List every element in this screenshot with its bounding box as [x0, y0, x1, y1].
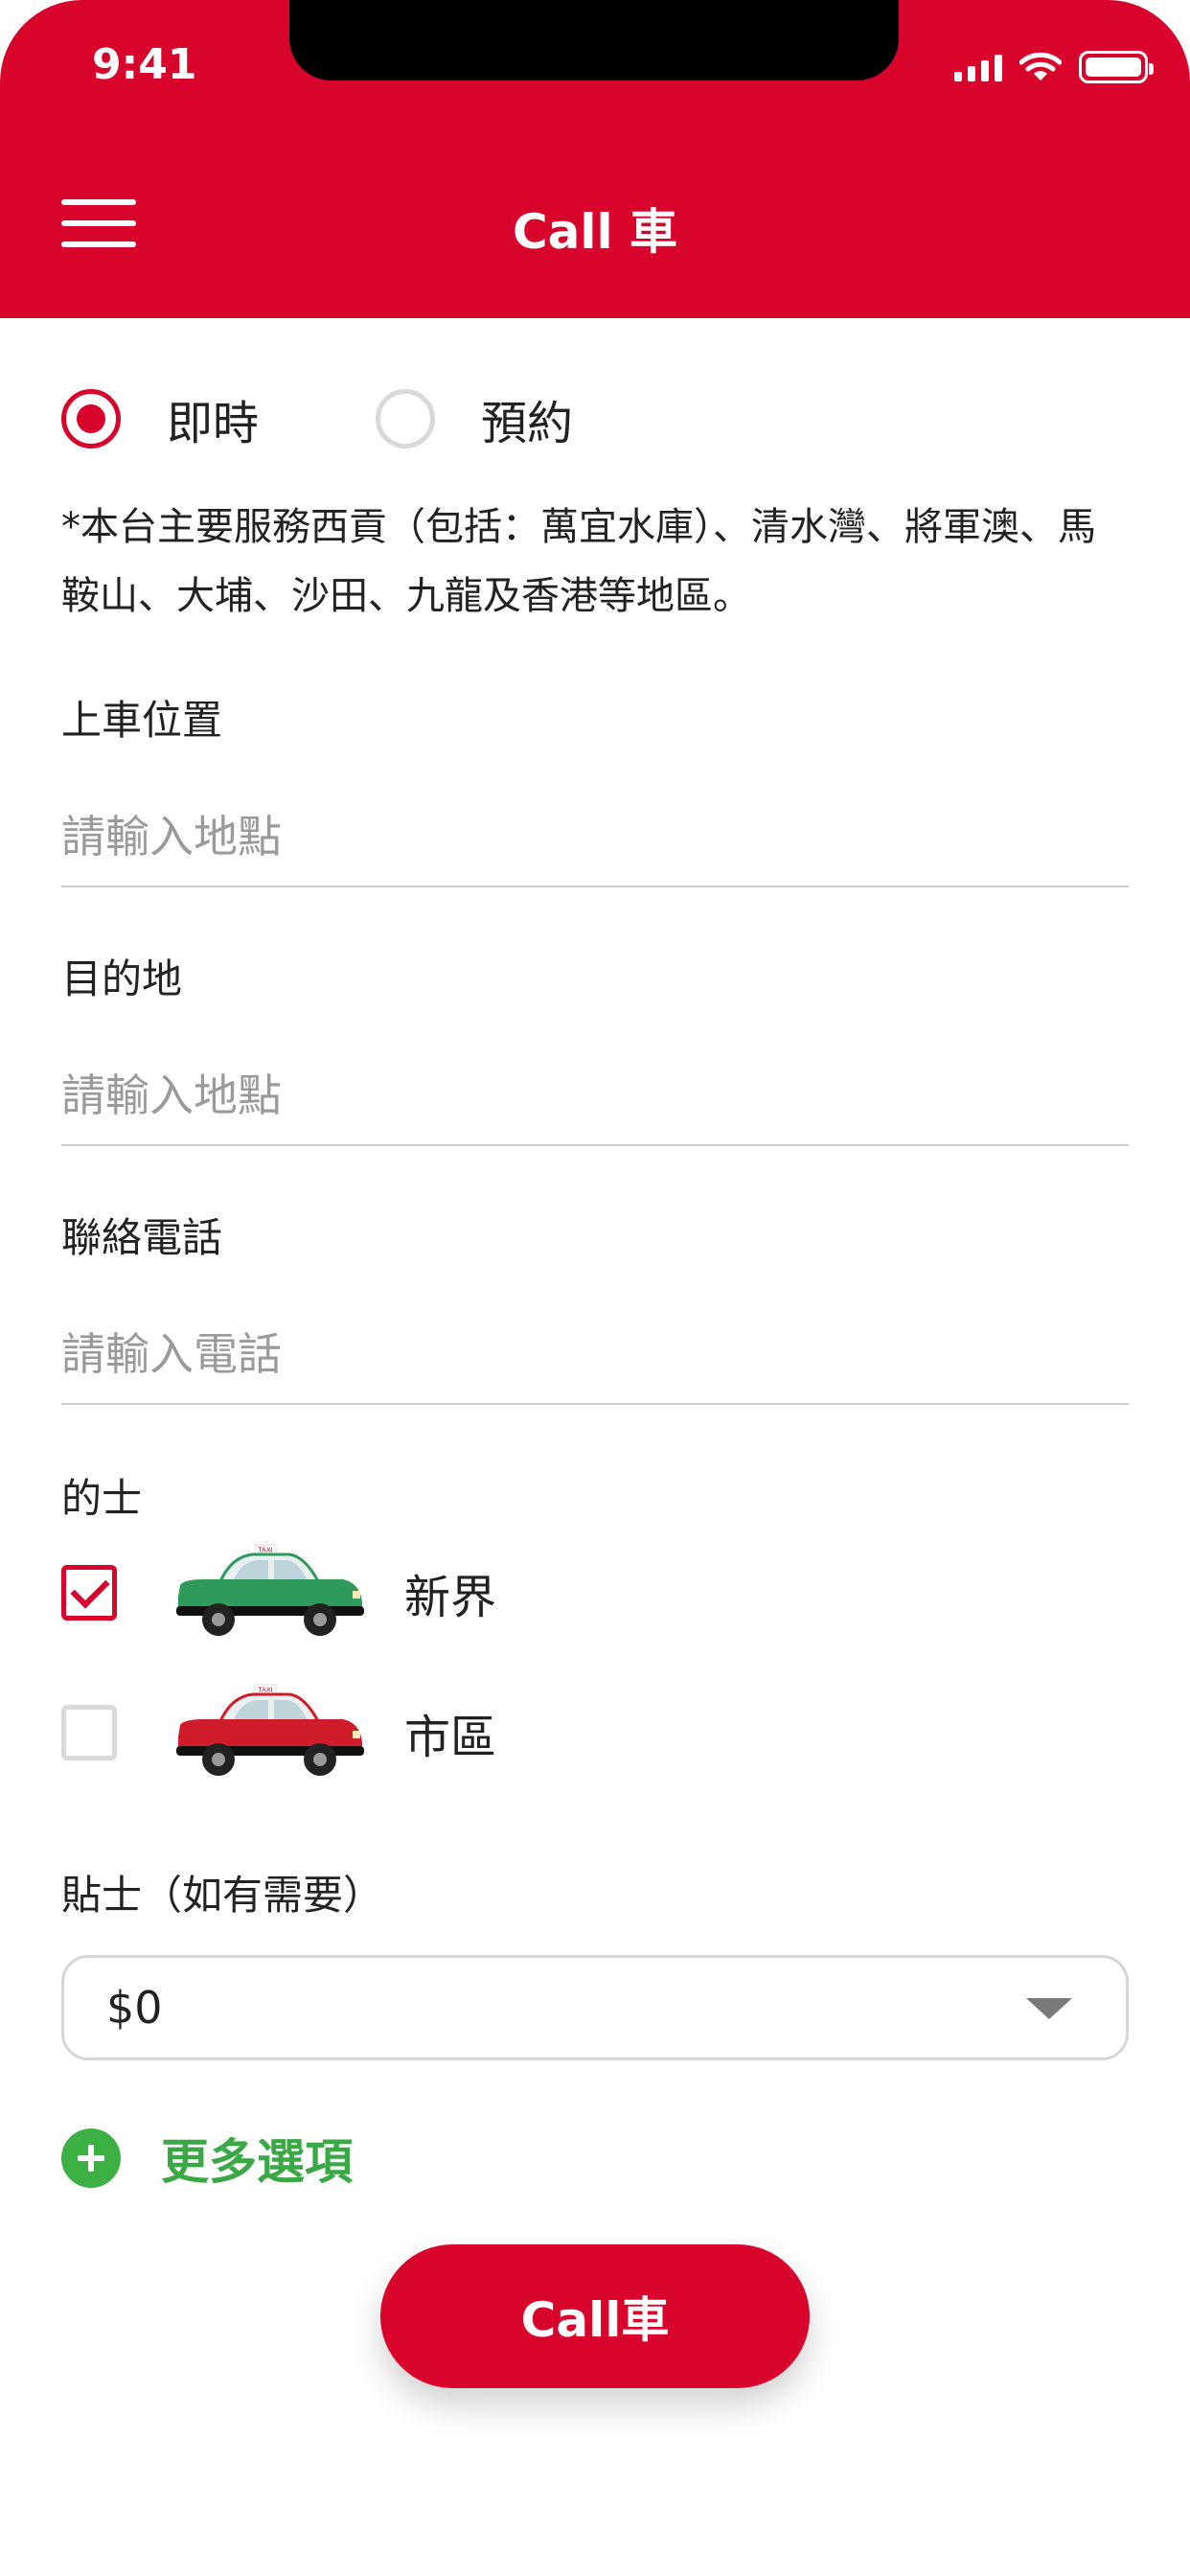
chevron-down-icon	[1026, 1998, 1072, 2019]
pickup-label: 上車位置	[61, 697, 223, 744]
page-title: Call 車	[512, 204, 678, 260]
status-time: 9:41	[92, 40, 197, 89]
signal-icon	[954, 53, 1002, 81]
status-icons	[954, 48, 1154, 86]
booking-mode-group: 即時 預約	[61, 385, 573, 452]
plus-circle-icon	[61, 2128, 121, 2188]
radio-immediate[interactable]: 即時	[61, 385, 259, 452]
destination-input[interactable]: 請輸入地點	[61, 1041, 1129, 1146]
destination-placeholder: 請輸入地點	[61, 1070, 282, 1121]
radio-unselected-icon[interactable]	[376, 389, 436, 448]
red-taxi-icon: TAXI	[176, 1684, 364, 1776]
battery-icon	[1079, 51, 1154, 83]
device-notch	[289, 0, 899, 80]
green-taxi-icon: TAXI	[176, 1544, 364, 1636]
pickup-input[interactable]: 請輸入地點	[61, 782, 1129, 887]
phone-placeholder: 請輸入電話	[61, 1328, 282, 1380]
checkbox-unchecked-icon[interactable]	[61, 1705, 117, 1760]
radio-immediate-label: 即時	[167, 397, 260, 450]
pickup-placeholder: 請輸入地點	[61, 811, 282, 862]
wifi-icon	[1019, 52, 1062, 80]
taxi-option-urban-label: 市區	[404, 1711, 497, 1764]
service-area-notice: *本台主要服務西貢（包括：萬宜水庫）、清水灣、將軍澳、馬鞍山、大埔、沙田、九龍及…	[61, 505, 1096, 618]
app-header: 9:41 Call 車	[0, 0, 1190, 318]
phone-input[interactable]: 請輸入電話	[61, 1300, 1129, 1405]
svg-text:TAXI: TAXI	[257, 1687, 272, 1694]
radio-reserve-label: 預約	[481, 397, 574, 450]
more-options-label: 更多選項	[161, 2134, 353, 2190]
phone-label: 聯絡電話	[61, 1214, 223, 1261]
radio-selected-icon[interactable]	[61, 389, 121, 448]
more-options-button[interactable]: 更多選項	[61, 2124, 353, 2193]
radio-reserve[interactable]: 預約	[376, 385, 573, 452]
taxi-type-label: 的士	[61, 1475, 143, 1522]
checkbox-checked-icon[interactable]	[61, 1565, 117, 1621]
svg-text:TAXI: TAXI	[257, 1547, 272, 1554]
taxi-option-nt[interactable]: TAXI 新界	[61, 1543, 496, 1643]
call-taxi-button[interactable]: Call車	[380, 2244, 810, 2388]
tip-label: 貼士（如有需要）	[61, 1872, 384, 1919]
taxi-option-urban[interactable]: TAXI 市區	[61, 1683, 496, 1782]
destination-label: 目的地	[61, 955, 183, 1002]
taxi-option-nt-label: 新界	[404, 1571, 497, 1624]
tip-select[interactable]: $0	[61, 1955, 1129, 2060]
tip-value: $0	[106, 1982, 163, 2034]
app-screen: 9:41 Call 車 即時 預約 *本台主要服務西貢（包括：萬宜水庫）、清水灣…	[0, 0, 1190, 2576]
